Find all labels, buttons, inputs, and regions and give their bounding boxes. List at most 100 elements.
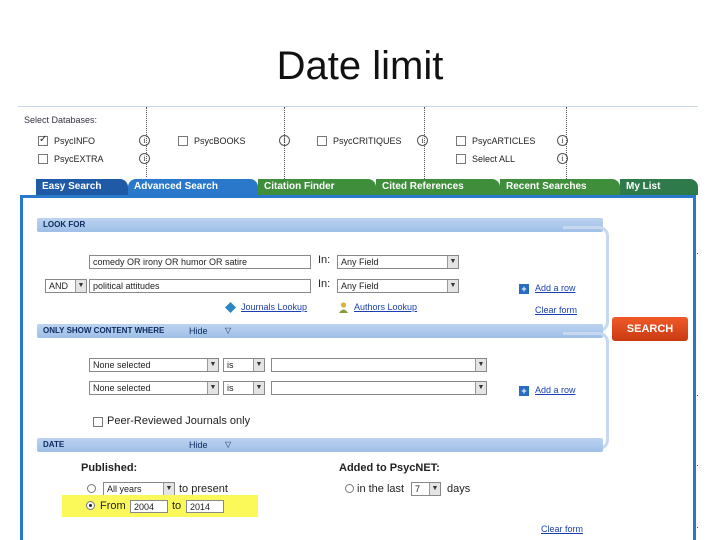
to-label: to xyxy=(172,500,182,512)
hide-toggle[interactable]: Hide xyxy=(189,440,208,450)
select-all-checkbox[interactable] xyxy=(456,154,466,164)
added-to-psycnet-label: Added to PsycNET: xyxy=(339,462,440,474)
look-for-bar: LOOK FOR xyxy=(37,218,603,232)
tab-advanced-search[interactable]: Advanced Search xyxy=(128,179,258,195)
in-label: In: xyxy=(318,278,331,290)
field-select-value: Any Field xyxy=(341,257,379,267)
info-icon[interactable]: i xyxy=(417,135,428,146)
journals-lookup-icon xyxy=(225,302,236,313)
psycinfo-checkbox[interactable] xyxy=(38,134,48,146)
date-bar: DATE Hide ▽ xyxy=(37,438,603,452)
psycarticles-label: PsycARTICLES xyxy=(472,136,536,146)
hide-toggle[interactable]: Hide xyxy=(189,326,208,336)
content-op-value: is xyxy=(227,383,234,393)
psycinfo-label: PsycINFO xyxy=(54,136,96,146)
psycbooks-checkbox[interactable] xyxy=(178,136,188,146)
content-field-select-2[interactable]: None selected ▼ xyxy=(89,381,219,395)
last-days-value: 7 xyxy=(415,484,421,494)
chevron-down-icon: ▼ xyxy=(253,359,264,371)
operator-value: AND xyxy=(49,281,69,291)
last-days-select[interactable]: 7 ▼ xyxy=(411,482,441,496)
section-bracket xyxy=(563,226,609,332)
chevron-down-icon: ▼ xyxy=(75,280,86,292)
info-icon[interactable]: i xyxy=(139,135,150,146)
search-tabs: Easy Search Advanced Search Citation Fin… xyxy=(36,179,698,195)
all-years-value: All years xyxy=(107,484,142,494)
peer-reviewed-label: Peer-Reviewed Journals only xyxy=(107,415,251,427)
slide-title: Date limit xyxy=(276,44,444,88)
tab-recent-searches[interactable]: Recent Searches xyxy=(500,179,620,195)
clear-form-link[interactable]: Clear form xyxy=(535,305,577,315)
content-field-value: None selected xyxy=(93,383,151,393)
peer-reviewed-checkbox[interactable] xyxy=(93,417,103,427)
chevron-down-icon: ▼ xyxy=(447,280,458,292)
info-icon[interactable]: i xyxy=(139,153,150,164)
to-present-label: to present xyxy=(179,483,228,495)
chevron-down-icon: ▼ xyxy=(207,382,218,394)
chevron-down-icon[interactable]: ▽ xyxy=(225,326,231,335)
chevron-down-icon[interactable]: ▽ xyxy=(225,440,231,449)
in-label: In: xyxy=(318,254,331,266)
days-label: days xyxy=(447,483,471,495)
add-row-link[interactable]: Add a row xyxy=(535,283,576,293)
content-op-select-2[interactable]: is ▼ xyxy=(223,381,265,395)
advanced-search-panel: LOOK FOR comedy OR irony OR humor OR sat… xyxy=(20,195,696,540)
look-for-heading: LOOK FOR xyxy=(43,220,86,229)
psycbooks-label: PsycBOOKS xyxy=(194,136,246,146)
select-all-label: Select ALL xyxy=(472,154,516,164)
content-value-select-2[interactable]: ▼ xyxy=(271,381,487,395)
select-databases-heading: Select Databases: xyxy=(24,115,98,125)
all-years-radio[interactable] xyxy=(87,484,96,493)
from-label: From xyxy=(100,500,126,512)
content-value-select-1[interactable]: ▼ xyxy=(271,358,487,372)
in-the-last-radio[interactable] xyxy=(345,484,354,493)
person-icon xyxy=(339,302,348,313)
content-op-select-1[interactable]: is ▼ xyxy=(223,358,265,372)
add-row-icon[interactable]: + xyxy=(519,386,529,396)
published-label: Published: xyxy=(81,462,138,474)
chevron-down-icon: ▼ xyxy=(447,256,458,268)
in-the-last-label: in the last xyxy=(357,483,405,495)
operator-select[interactable]: AND ▼ xyxy=(45,279,87,293)
to-year-input[interactable]: 2014 xyxy=(186,500,224,513)
field-select-2[interactable]: Any Field ▼ xyxy=(337,279,459,293)
clear-form-link[interactable]: Clear form xyxy=(541,524,583,534)
psyccritiques-checkbox[interactable] xyxy=(317,136,327,146)
psycextra-label: PsycEXTRA xyxy=(54,154,104,164)
content-where-bar: ONLY SHOW CONTENT WHERE Hide ▽ xyxy=(37,324,603,338)
from-year-input[interactable]: 2004 xyxy=(130,500,168,513)
all-years-select[interactable]: All years ▼ xyxy=(103,482,175,496)
chevron-down-icon: ▼ xyxy=(207,359,218,371)
psycextra-checkbox[interactable] xyxy=(38,154,48,164)
tab-cited-references[interactable]: Cited References xyxy=(376,179,500,195)
content-field-select-1[interactable]: None selected ▼ xyxy=(89,358,219,372)
from-radio[interactable] xyxy=(86,501,95,510)
chevron-down-icon: ▼ xyxy=(475,359,486,371)
psyccritiques-label: PsycCRITIQUES xyxy=(333,136,402,146)
query-input-1[interactable]: comedy OR irony OR humor OR satire xyxy=(89,255,311,269)
journals-lookup-link[interactable]: Journals Lookup xyxy=(241,302,307,312)
content-op-value: is xyxy=(227,360,234,370)
query-input-2[interactable]: political attitudes xyxy=(89,279,311,293)
info-icon[interactable]: i xyxy=(557,135,568,146)
tab-my-list[interactable]: My List xyxy=(620,179,698,195)
tab-easy-search[interactable]: Easy Search xyxy=(36,179,128,195)
add-row-link[interactable]: Add a row xyxy=(535,385,576,395)
psycarticles-checkbox[interactable] xyxy=(456,136,466,146)
content-where-heading: ONLY SHOW CONTENT WHERE xyxy=(43,326,165,335)
field-select-value: Any Field xyxy=(341,281,379,291)
date-heading: DATE xyxy=(43,440,65,449)
info-icon[interactable]: i xyxy=(279,135,290,146)
add-row-icon[interactable]: + xyxy=(519,284,529,294)
authors-lookup-link[interactable]: Authors Lookup xyxy=(354,302,417,312)
chevron-down-icon: ▼ xyxy=(475,382,486,394)
field-select-1[interactable]: Any Field ▼ xyxy=(337,255,459,269)
tab-citation-finder[interactable]: Citation Finder xyxy=(258,179,376,195)
chevron-down-icon: ▼ xyxy=(163,483,174,495)
search-button[interactable]: SEARCH xyxy=(612,317,688,341)
info-icon[interactable]: i xyxy=(557,153,568,164)
chevron-down-icon: ▼ xyxy=(253,382,264,394)
screenshot-panel: Select Databases: PsycINFO i PsycBOOKS i… xyxy=(18,106,698,540)
chevron-down-icon: ▼ xyxy=(429,483,440,495)
content-field-value: None selected xyxy=(93,360,151,370)
